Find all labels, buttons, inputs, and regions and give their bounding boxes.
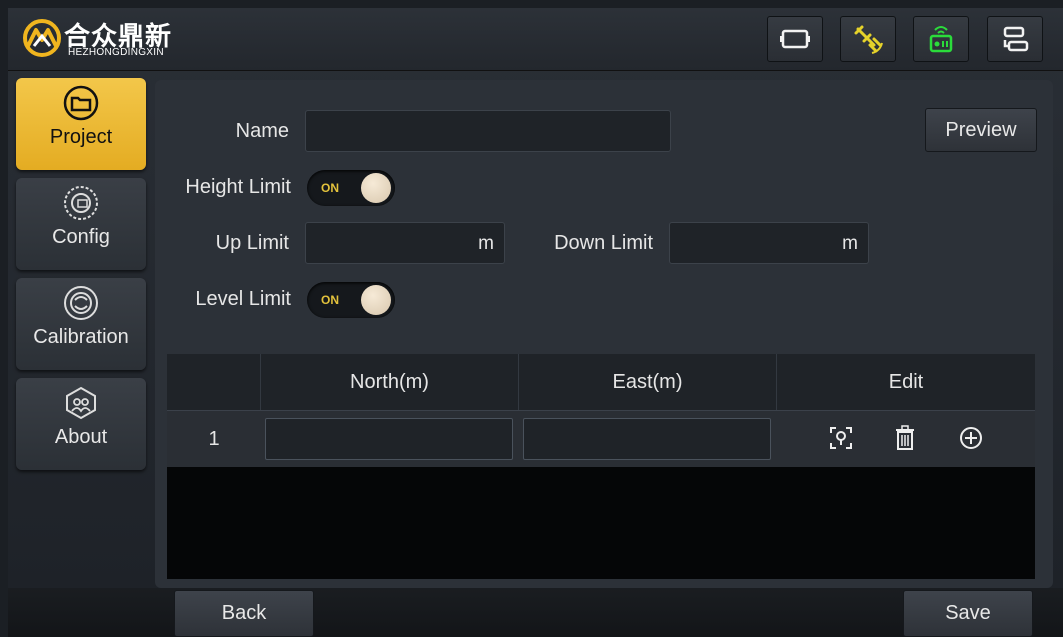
sidebar-item-about[interactable]: About: [16, 378, 146, 470]
down-limit-label: Down Limit: [554, 232, 653, 254]
north-input[interactable]: [265, 418, 513, 460]
sidebar-item-label: Config: [52, 226, 110, 248]
name-label: Name: [235, 120, 289, 142]
sidebar-item-calibration[interactable]: Calibration: [16, 278, 146, 370]
preview-button[interactable]: Preview: [925, 108, 1037, 152]
east-input[interactable]: [523, 418, 771, 460]
up-limit-unit: m: [478, 233, 494, 254]
calibration-icon: [64, 286, 98, 320]
level-limit-toggle[interactable]: ON: [307, 282, 395, 318]
scan-icon[interactable]: [827, 424, 855, 452]
trash-icon[interactable]: [891, 424, 919, 452]
row-index: 1: [208, 427, 220, 450]
settings-sync-icon[interactable]: [987, 16, 1043, 62]
column-header-index: [167, 354, 261, 410]
toggle-state: ON: [321, 293, 339, 307]
table-header: North(m) East(m) Edit: [167, 354, 1035, 410]
up-limit-field[interactable]: m: [305, 222, 505, 264]
add-circle-icon[interactable]: [957, 424, 985, 452]
table-row: 1: [167, 410, 1035, 467]
sidebar-item-config[interactable]: Config: [16, 178, 146, 270]
top-bar: 合众鼎新 HEZHONGDINGXIN: [8, 8, 1063, 71]
column-header-east: East(m): [519, 354, 777, 410]
screen-icon[interactable]: [767, 16, 823, 62]
gear-icon: [64, 186, 98, 220]
sidebar-item-label: Project: [49, 126, 113, 148]
about-icon: [66, 386, 96, 420]
project-panel: Name Preview Height Limit ON Up Limit m …: [155, 80, 1053, 588]
back-button[interactable]: Back: [174, 590, 314, 637]
sidebar-item-label: Calibration: [33, 326, 129, 348]
radio-icon[interactable]: [913, 16, 969, 62]
brand-logo: 合众鼎新 HEZHONGDINGXIN: [22, 14, 218, 62]
logo-mark-icon: [23, 19, 61, 57]
height-limit-toggle[interactable]: ON: [307, 170, 395, 206]
satellite-icon[interactable]: [840, 16, 896, 62]
brand-subtitle: HEZHONGDINGXIN: [68, 47, 164, 58]
folder-icon: [63, 85, 99, 121]
points-table: North(m) East(m) Edit 1: [167, 354, 1035, 579]
save-button[interactable]: Save: [903, 590, 1033, 637]
column-header-north: North(m): [261, 354, 519, 410]
up-limit-label: Up Limit: [215, 232, 289, 254]
height-limit-label: Height Limit: [185, 176, 291, 198]
toggle-knob: [361, 173, 391, 203]
app-window: 合众鼎新 HEZHONGDINGXIN Project Config Calib…: [8, 8, 1063, 637]
sidebar-item-label: About: [54, 426, 108, 448]
name-field[interactable]: [305, 110, 671, 152]
toggle-state: ON: [321, 181, 339, 195]
sidebar-item-project[interactable]: Project: [16, 78, 146, 170]
down-limit-field[interactable]: m: [669, 222, 869, 264]
toggle-knob: [361, 285, 391, 315]
level-limit-label: Level Limit: [195, 288, 291, 310]
column-header-edit: Edit: [888, 370, 924, 393]
down-limit-unit: m: [842, 233, 858, 254]
